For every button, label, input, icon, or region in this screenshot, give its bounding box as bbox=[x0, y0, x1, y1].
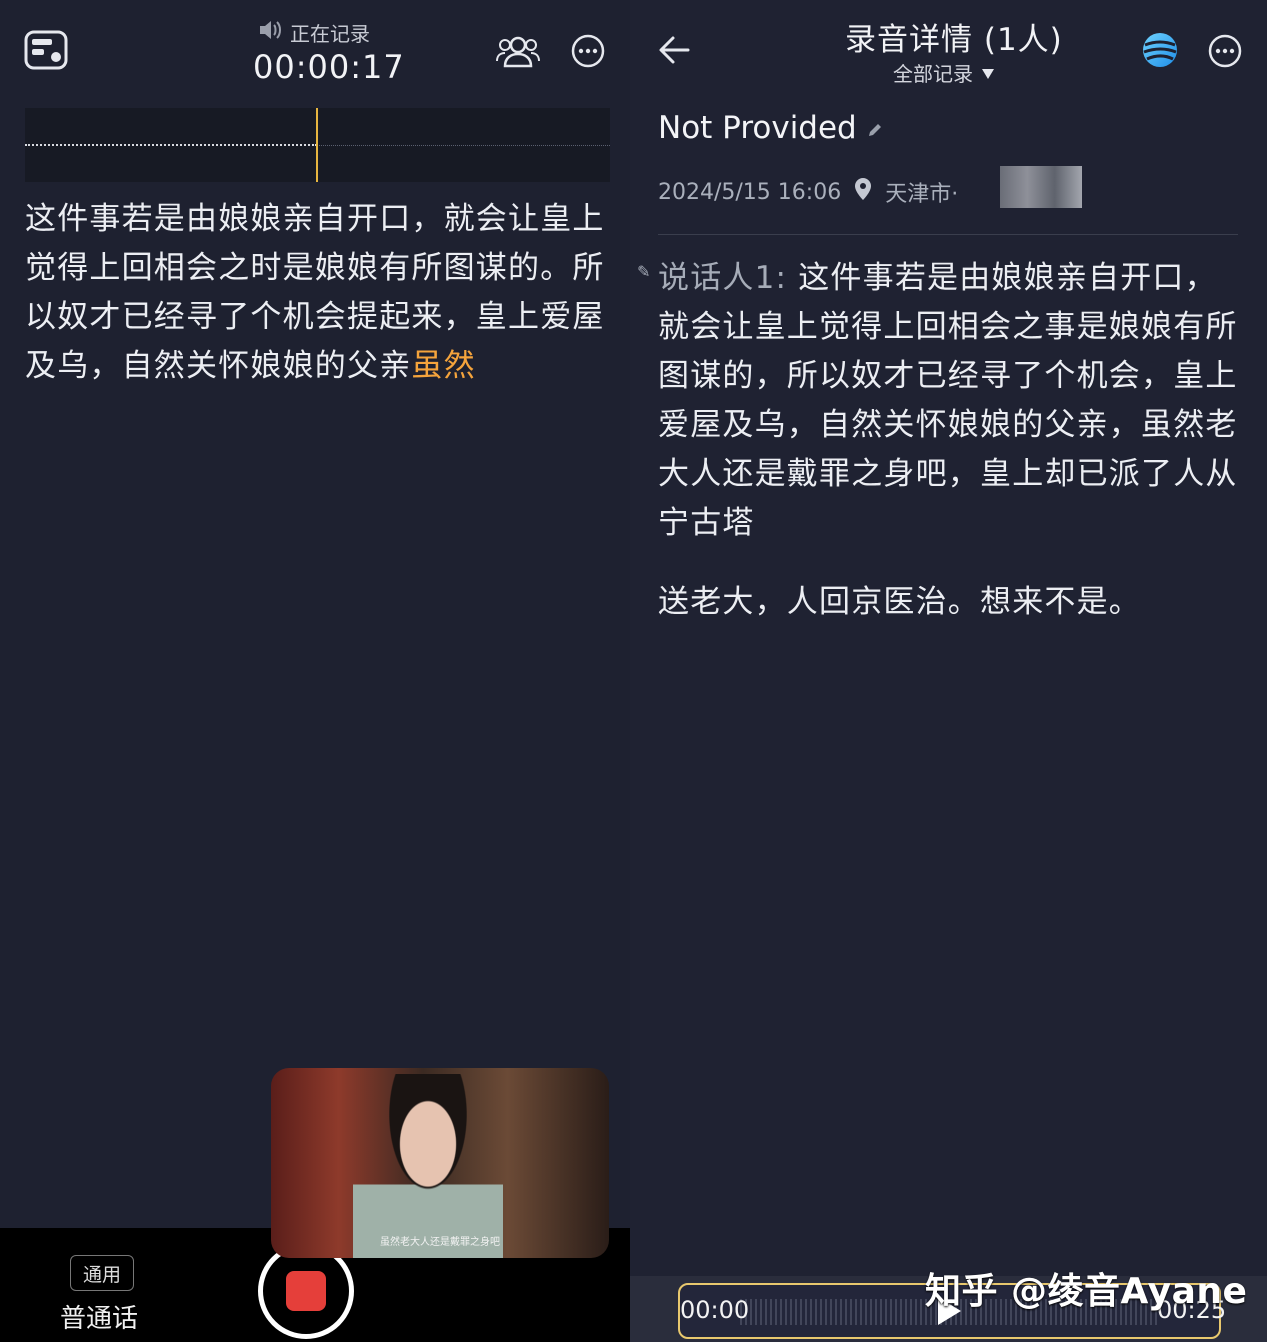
transcript-text: 这件事若是由娘娘亲自开口，就会让皇上觉得上回相会之事是娘娘有所图谋的，所以奴才已… bbox=[658, 260, 1238, 541]
player-start-time: 00:00 bbox=[680, 1296, 750, 1324]
watermark: 知乎 @绫音Ayane bbox=[925, 1271, 1248, 1312]
recording-status: 正在记录 bbox=[258, 18, 370, 47]
recording-meta: 2024/5/15 16:06 天津市· bbox=[658, 176, 958, 208]
dropdown-triangle-icon bbox=[981, 61, 995, 85]
status-text: 正在记录 bbox=[290, 22, 370, 46]
live-transcript-highlight: 虽然 bbox=[411, 348, 476, 384]
divider bbox=[658, 234, 1238, 235]
transcript-paragraph-2: 送老大，人回京医治。想来不是。 bbox=[658, 584, 1141, 620]
people-icon[interactable] bbox=[496, 32, 540, 70]
ai-assistant-icon[interactable] bbox=[1140, 30, 1180, 70]
language-badge[interactable]: 通用 bbox=[70, 1255, 134, 1291]
recording-panel: 正在记录 00:00:17 这件事若是由娘娘亲自开口，就会让皇上觉得上回相会之时… bbox=[0, 0, 630, 1342]
timeline-cursor bbox=[316, 108, 318, 182]
recording-name[interactable]: Not Provided bbox=[658, 110, 883, 146]
more-icon[interactable] bbox=[570, 33, 606, 69]
video-frame-person bbox=[353, 1074, 503, 1258]
filter-label: 全部记录 bbox=[893, 62, 973, 86]
filter-dropdown[interactable]: 全部记录 bbox=[893, 58, 995, 87]
edit-icon: ✎ bbox=[637, 262, 651, 281]
waveform-timeline[interactable] bbox=[25, 108, 610, 182]
language-label[interactable]: 普通话 bbox=[60, 1298, 138, 1335]
recording-timer: 00:00:17 bbox=[253, 48, 405, 86]
live-transcript-text: 这件事若是由娘娘亲自开口，就会让皇上觉得上回相会之时是娘娘有所图谋的。所以奴才已… bbox=[25, 201, 605, 384]
speaker-icon bbox=[258, 19, 284, 46]
layout-icon[interactable] bbox=[24, 30, 68, 70]
edit-icon[interactable] bbox=[867, 110, 883, 146]
recording-datetime: 2024/5/15 16:06 bbox=[658, 179, 842, 205]
video-thumbnail[interactable]: 虽然老大人还是戴罪之身吧 bbox=[271, 1068, 609, 1258]
recording-location: 天津市· bbox=[885, 182, 959, 207]
stop-icon bbox=[286, 1271, 326, 1311]
location-pin-icon bbox=[853, 177, 873, 207]
live-transcript: 这件事若是由娘娘亲自开口，就会让皇上觉得上回相会之时是娘娘有所图谋的。所以奴才已… bbox=[25, 195, 615, 391]
speaker-label: 说话人1: bbox=[658, 260, 788, 296]
transcript-paragraph: 说话人1: 这件事若是由娘娘亲自开口，就会让皇上觉得上回相会之事是娘娘有所图谋的… bbox=[658, 254, 1248, 548]
more-icon[interactable] bbox=[1207, 33, 1243, 69]
redacted-location bbox=[1000, 166, 1082, 208]
recording-name-text: Not Provided bbox=[658, 110, 857, 146]
video-subtitle: 虽然老大人还是戴罪之身吧 bbox=[380, 1237, 500, 1248]
page-title: 录音详情 (1人) bbox=[845, 22, 1063, 58]
back-icon[interactable] bbox=[656, 32, 692, 68]
